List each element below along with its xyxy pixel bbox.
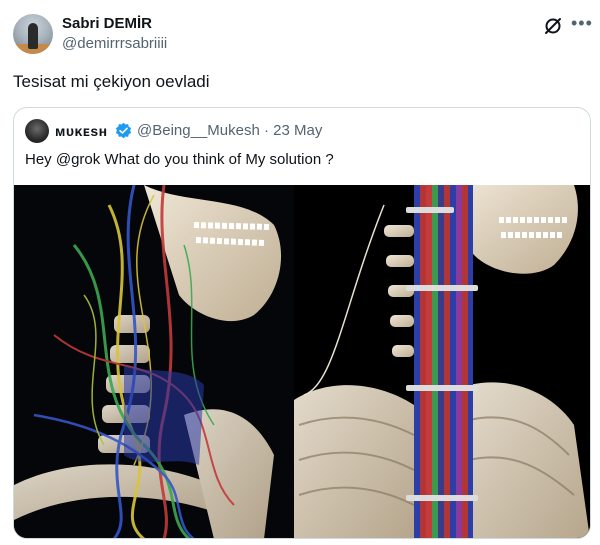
- quoted-tweet[interactable]: ᴍᴜᴋᴇsʜ @Being__Mukesh · 23 May Hey @grok…: [13, 107, 591, 539]
- quoted-media-image[interactable]: [14, 185, 590, 538]
- quoted-meta: @Being__Mukesh · 23 May: [137, 122, 322, 139]
- author-avatar[interactable]: [13, 14, 53, 54]
- quoted-tweet-text: Hey @grok What do you think of My soluti…: [25, 151, 334, 168]
- meta-separator: ·: [263, 122, 269, 139]
- more-options-icon[interactable]: •••: [571, 13, 593, 34]
- quoted-author-avatar[interactable]: [25, 119, 49, 143]
- grok-icon[interactable]: [543, 16, 563, 36]
- anatomy-comparison-image: [14, 185, 590, 538]
- quoted-author-handle[interactable]: @Being__Mukesh: [137, 122, 260, 139]
- quoted-author-name[interactable]: ᴍᴜᴋᴇsʜ: [55, 123, 108, 139]
- quoted-date[interactable]: 23 May: [273, 122, 322, 139]
- author-name[interactable]: Sabri DEMİR: [62, 15, 152, 32]
- tweet-text: Tesisat mi çekiyon oevladi: [13, 72, 210, 91]
- author-handle[interactable]: @demirrrsabriiii: [62, 35, 167, 52]
- verified-badge-icon: [115, 122, 132, 139]
